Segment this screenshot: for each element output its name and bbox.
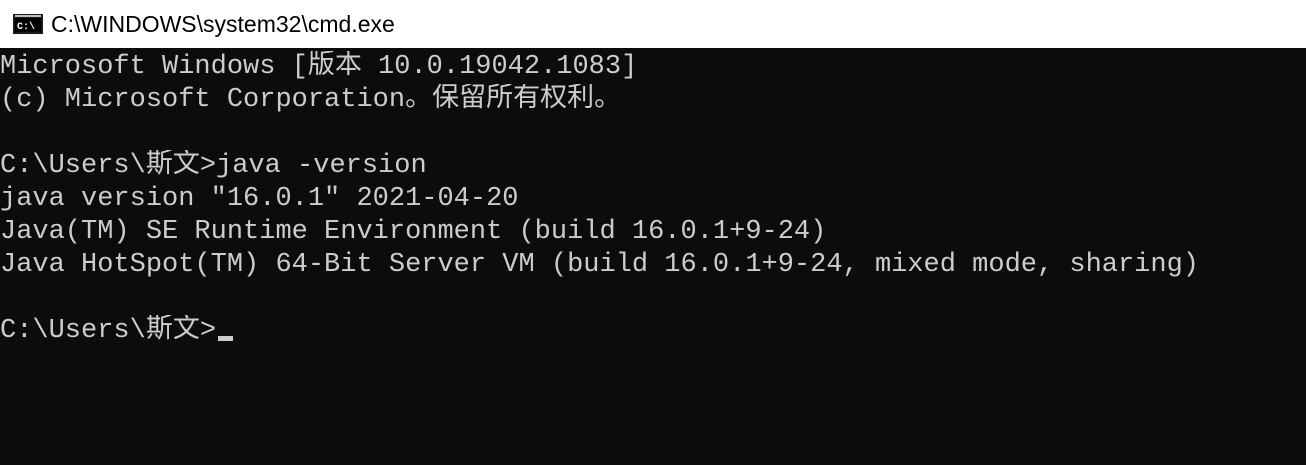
console-line: (c) Microsoft Corporation。保留所有权利。 (0, 85, 622, 115)
text-cursor (218, 336, 234, 341)
prompt-line[interactable]: C:\Users\斯文> (0, 315, 1306, 348)
cmd-icon: C:\ (13, 14, 43, 34)
title-bar[interactable]: C:\ C:\WINDOWS\system32\cmd.exe (0, 0, 1306, 48)
cmd-window: C:\ C:\WINDOWS\system32\cmd.exe Microsof… (0, 0, 1306, 465)
console-line: Java HotSpot(TM) 64-Bit Server VM (build… (0, 250, 1199, 280)
svg-text:C:\: C:\ (17, 21, 35, 33)
console-line: java version "16.0.1" 2021-04-20 (0, 184, 519, 214)
console-output[interactable]: Microsoft Windows [版本 10.0.19042.1083] (… (0, 51, 1306, 465)
console-line: C:\Users\斯文>java -version (0, 151, 427, 181)
window-title: C:\WINDOWS\system32\cmd.exe (51, 10, 395, 37)
console-line: Microsoft Windows [版本 10.0.19042.1083] (0, 52, 638, 82)
console-line: Java(TM) SE Runtime Environment (build 1… (0, 217, 827, 247)
prompt-text: C:\Users\斯文> (0, 316, 217, 346)
